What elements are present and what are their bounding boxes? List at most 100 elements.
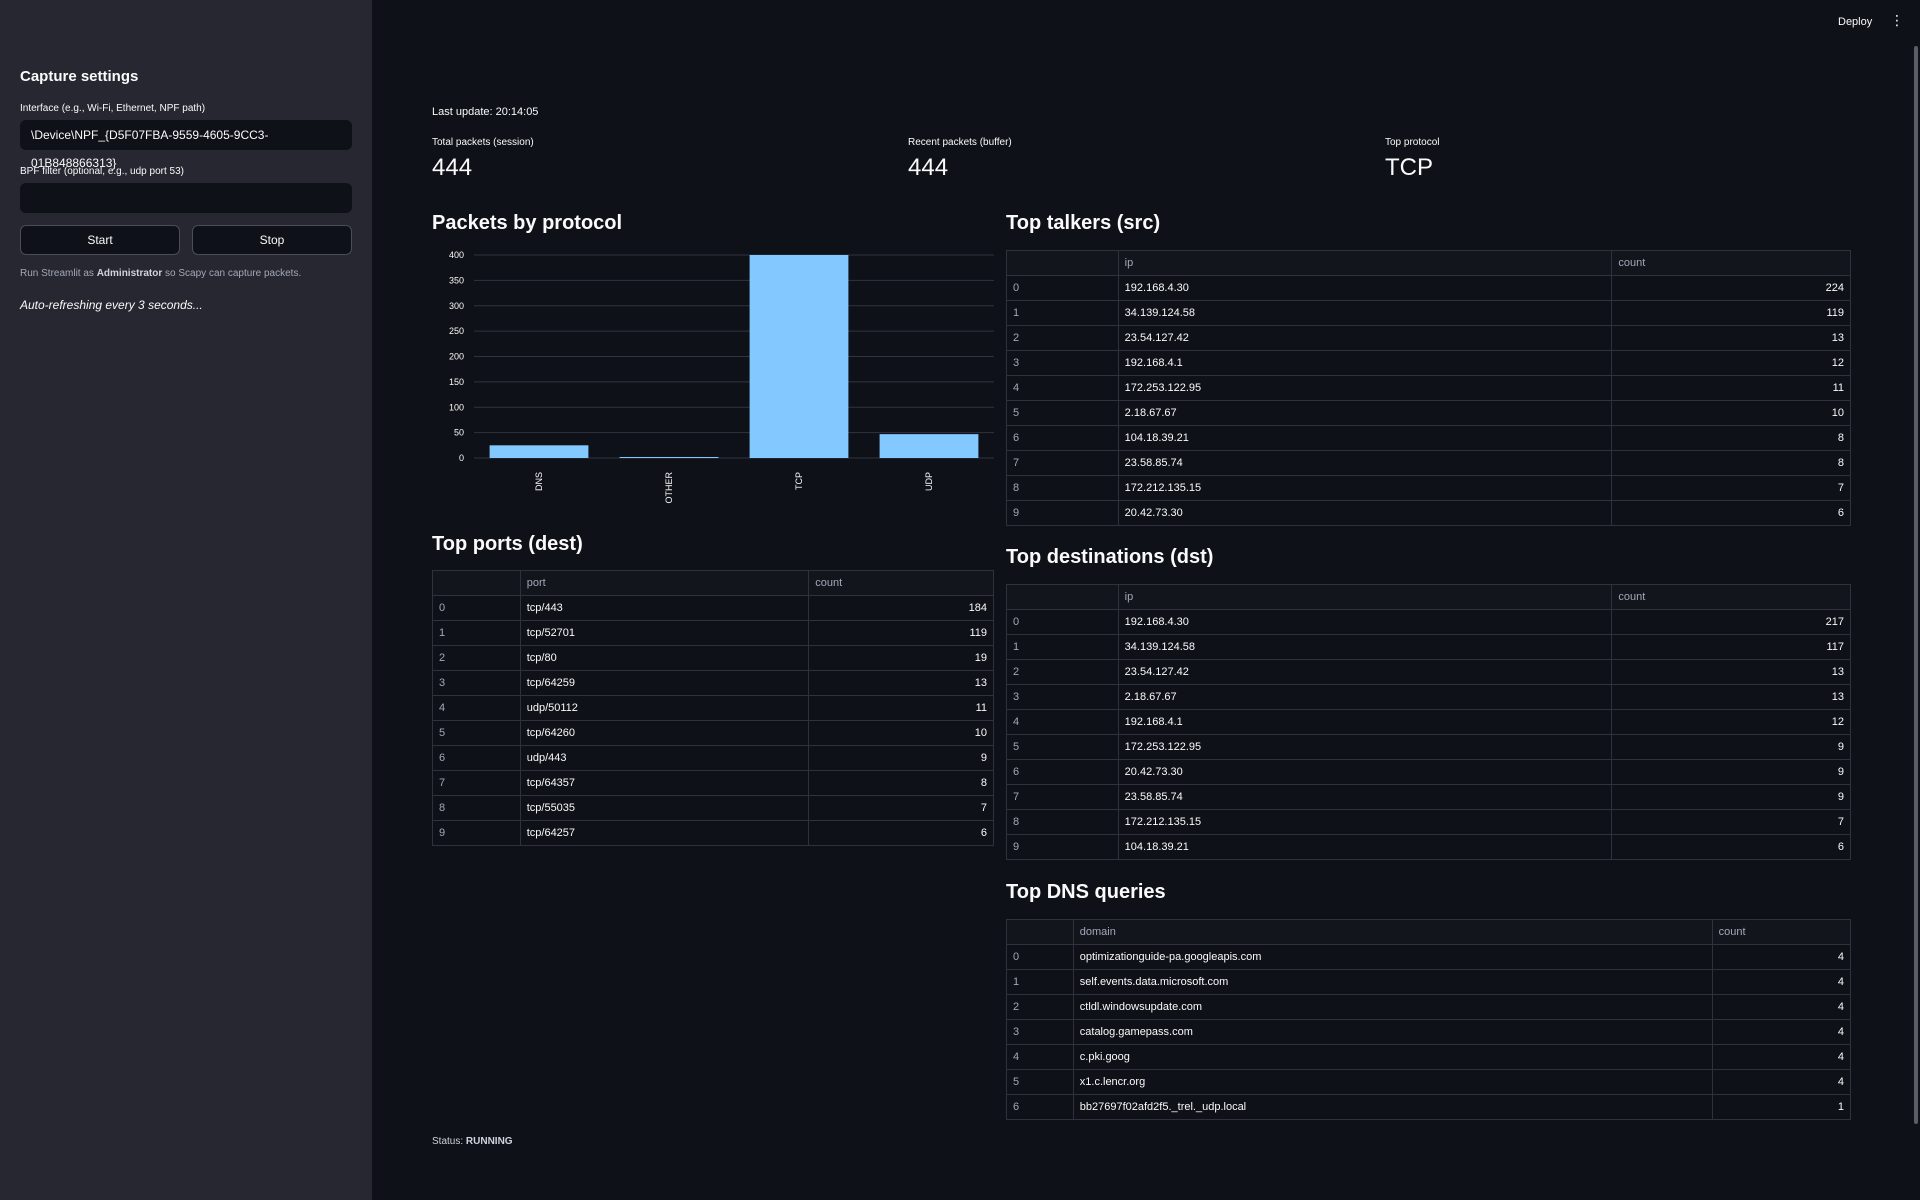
column-header-index[interactable] bbox=[1006, 584, 1119, 610]
top-ports-title: Top ports (dest) bbox=[432, 533, 583, 555]
column-header-count[interactable]: count bbox=[808, 570, 994, 596]
value-cell: c.pki.goog bbox=[1072, 1044, 1713, 1070]
table-row[interactable]: 3 tcp/64259 13 bbox=[432, 670, 994, 696]
table-row[interactable]: 1 tcp/52701 119 bbox=[432, 620, 994, 646]
table-row[interactable]: 9 tcp/64257 6 bbox=[432, 820, 994, 846]
vertical-ellipsis-icon[interactable]: ⋮ bbox=[1890, 13, 1904, 27]
value-cell: 34.139.124.58 bbox=[1117, 634, 1613, 660]
table-row[interactable]: 7 tcp/64357 8 bbox=[432, 770, 994, 796]
start-button[interactable]: Start bbox=[20, 225, 180, 255]
table-row[interactable]: 5 172.253.122.95 9 bbox=[1006, 734, 1851, 760]
table-row[interactable]: 1 34.139.124.58 119 bbox=[1006, 300, 1851, 326]
count-cell: 9 bbox=[808, 745, 994, 771]
row-index: 3 bbox=[1006, 684, 1119, 710]
row-index: 9 bbox=[432, 820, 521, 846]
count-cell: 117 bbox=[1611, 634, 1851, 660]
table-row[interactable]: 0 tcp/443 184 bbox=[432, 595, 994, 621]
stop-button[interactable]: Stop bbox=[192, 225, 352, 255]
column-header-count[interactable]: count bbox=[1611, 250, 1851, 276]
status-line: Status: RUNNING bbox=[432, 1136, 513, 1147]
top-talkers-table[interactable]: ip count 0 192.168.4.30 224 1 34.139.124.58 119… bbox=[1006, 250, 1851, 526]
table-row[interactable]: 6 udp/443 9 bbox=[432, 745, 994, 771]
table-row[interactable]: 0 192.168.4.30 217 bbox=[1006, 609, 1851, 635]
metric-top-protocol-value: TCP bbox=[1385, 154, 1433, 181]
interface-label: Interface (e.g., Wi-Fi, Ethernet, NPF pa… bbox=[20, 103, 206, 114]
count-cell: 12 bbox=[1611, 709, 1851, 735]
count-cell: 224 bbox=[1611, 275, 1851, 301]
table-row[interactable]: 1 34.139.124.58 117 bbox=[1006, 634, 1851, 660]
column-header-index[interactable] bbox=[432, 570, 521, 596]
value-cell: 192.168.4.30 bbox=[1117, 275, 1613, 301]
table-row[interactable]: 0 192.168.4.30 224 bbox=[1006, 275, 1851, 301]
count-cell: 119 bbox=[1611, 300, 1851, 326]
table-row[interactable]: 2 23.54.127.42 13 bbox=[1006, 659, 1851, 685]
x-tick-label: OTHER bbox=[664, 471, 674, 503]
table-row[interactable]: 0 optimizationguide-pa.googleapis.com 4 bbox=[1006, 944, 1852, 970]
y-tick-label: 0 bbox=[459, 453, 464, 463]
row-index: 2 bbox=[1006, 994, 1074, 1020]
table-row[interactable]: 2 tcp/80 19 bbox=[432, 645, 994, 671]
y-tick-label: 350 bbox=[449, 275, 464, 285]
value-cell: self.events.data.microsoft.com bbox=[1072, 969, 1713, 995]
row-index: 3 bbox=[432, 670, 521, 696]
admin-note-suffix: so Scapy can capture packets. bbox=[162, 268, 302, 279]
main-scrollbar[interactable] bbox=[1914, 46, 1918, 1124]
table-row[interactable]: 2 23.54.127.42 13 bbox=[1006, 325, 1851, 351]
bar-dns[interactable] bbox=[489, 445, 589, 458]
bar-tcp[interactable] bbox=[749, 255, 849, 458]
table-row[interactable]: 9 104.18.39.21 6 bbox=[1006, 834, 1851, 860]
value-cell: tcp/64260 bbox=[519, 720, 810, 746]
table-row[interactable]: 6 bb27697f02afd2f5._trel._udp.local 1 bbox=[1006, 1094, 1852, 1120]
interface-input[interactable]: \Device\NPF_{D5F07FBA-9559-4605-9CC3-01B… bbox=[20, 120, 352, 170]
table-row[interactable]: 3 2.18.67.67 13 bbox=[1006, 684, 1851, 710]
value-cell: 192.168.4.1 bbox=[1117, 709, 1613, 735]
table-row[interactable]: 8 172.212.135.15 7 bbox=[1006, 475, 1851, 501]
row-index: 5 bbox=[432, 720, 521, 746]
deploy-button[interactable]: Deploy bbox=[1838, 16, 1872, 28]
column-header-index[interactable] bbox=[1006, 919, 1074, 945]
value-cell: ctldl.windowsupdate.com bbox=[1072, 994, 1713, 1020]
table-row[interactable]: 2 ctldl.windowsupdate.com 4 bbox=[1006, 994, 1852, 1020]
column-header-ip[interactable]: ip bbox=[1117, 250, 1613, 276]
table-row[interactable]: 5 x1.c.lencr.org 4 bbox=[1006, 1069, 1852, 1095]
bar-udp[interactable] bbox=[879, 434, 979, 458]
table-row[interactable]: 5 tcp/64260 10 bbox=[432, 720, 994, 746]
table-row[interactable]: 3 192.168.4.1 12 bbox=[1006, 350, 1851, 376]
top-ports-table[interactable]: port count 0 tcp/443 184 1 tcp/52701 119 2 tcp/80… bbox=[432, 570, 994, 846]
table-row[interactable]: 9 20.42.73.30 6 bbox=[1006, 500, 1851, 526]
count-cell: 4 bbox=[1711, 944, 1852, 970]
admin-note-prefix: Run Streamlit as bbox=[20, 268, 97, 279]
row-index: 0 bbox=[1006, 275, 1119, 301]
table-row[interactable]: 3 catalog.gamepass.com 4 bbox=[1006, 1019, 1852, 1045]
table-row[interactable]: 8 tcp/55035 7 bbox=[432, 795, 994, 821]
value-cell: 192.168.4.30 bbox=[1117, 609, 1613, 635]
top-destinations-table[interactable]: ip count 0 192.168.4.30 217 1 34.139.124.58 117… bbox=[1006, 584, 1851, 860]
admin-note: Run Streamlit as Administrator so Scapy … bbox=[20, 268, 301, 279]
top-dns-queries-table[interactable]: domain count 0 optimizationguide-pa.googlea… bbox=[1006, 919, 1852, 1120]
column-header-count[interactable]: count bbox=[1711, 919, 1852, 945]
packets-by-protocol-chart: 0 50 100 150 200 250 300 350 400 DNS OTHER TCP UDP bbox=[449, 250, 994, 504]
table-row[interactable]: 5 2.18.67.67 10 bbox=[1006, 400, 1851, 426]
table-row[interactable]: 4 192.168.4.1 12 bbox=[1006, 709, 1851, 735]
table-row[interactable]: 4 c.pki.goog 4 bbox=[1006, 1044, 1852, 1070]
column-header-domain[interactable]: domain bbox=[1072, 919, 1713, 945]
count-cell: 4 bbox=[1711, 969, 1852, 995]
table-row[interactable]: 4 udp/50112 11 bbox=[432, 695, 994, 721]
row-index: 8 bbox=[1006, 809, 1119, 835]
table-row[interactable]: 6 20.42.73.30 9 bbox=[1006, 759, 1851, 785]
table-row[interactable]: 7 23.58.85.74 8 bbox=[1006, 450, 1851, 476]
table-row[interactable]: 1 self.events.data.microsoft.com 4 bbox=[1006, 969, 1852, 995]
table-row[interactable]: 8 172.212.135.15 7 bbox=[1006, 809, 1851, 835]
table-row[interactable]: 7 23.58.85.74 9 bbox=[1006, 784, 1851, 810]
column-header-ip[interactable]: ip bbox=[1117, 584, 1613, 610]
table-row[interactable]: 6 104.18.39.21 8 bbox=[1006, 425, 1851, 451]
bpf-filter-input[interactable] bbox=[20, 183, 352, 213]
column-header-port[interactable]: port bbox=[519, 570, 810, 596]
row-index: 4 bbox=[432, 695, 521, 721]
row-index: 4 bbox=[1006, 1044, 1074, 1070]
value-cell: 172.253.122.95 bbox=[1117, 375, 1613, 401]
column-header-count[interactable]: count bbox=[1611, 584, 1851, 610]
column-header-index[interactable] bbox=[1006, 250, 1119, 276]
bar-other[interactable] bbox=[619, 456, 719, 458]
table-row[interactable]: 4 172.253.122.95 11 bbox=[1006, 375, 1851, 401]
